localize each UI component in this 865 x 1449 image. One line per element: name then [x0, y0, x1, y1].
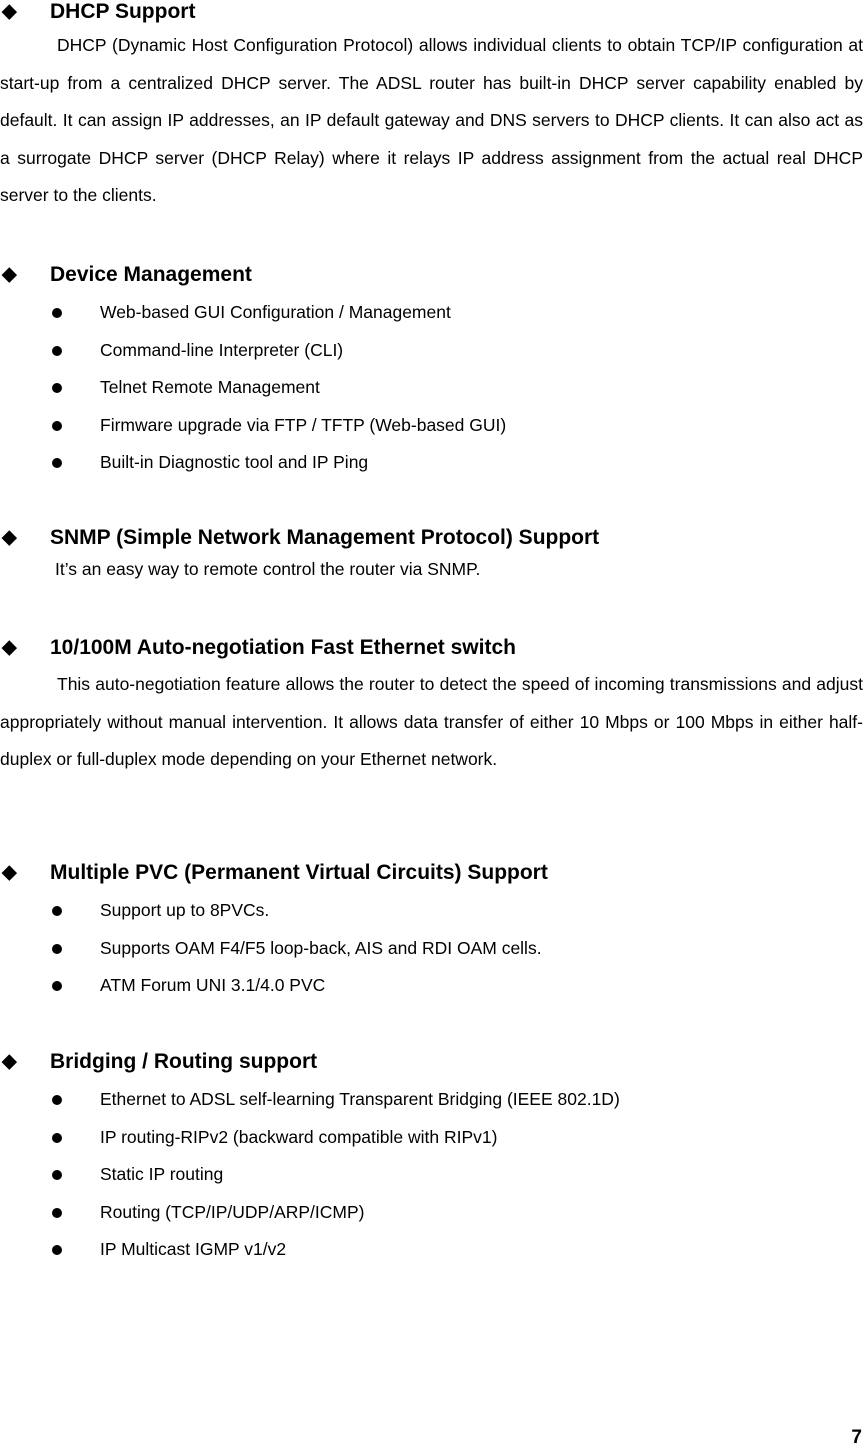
- list-item: Firmware upgrade via FTP / TFTP (Web-bas…: [0, 407, 865, 445]
- bullet-dot-icon: [52, 1245, 62, 1256]
- section-heading: ◆ Multiple PVC (Permanent Virtual Circui…: [0, 860, 865, 886]
- bullet-dot-icon: [52, 981, 62, 992]
- section-dhcp-support: ◆ DHCP Support DHCP (Dynamic Host Config…: [0, 0, 865, 215]
- list-item-text: Supports OAM F4/F5 loop-back, AIS and RD…: [100, 937, 542, 958]
- list-item: Command-line Interpreter (CLI): [0, 332, 865, 370]
- bullet-list: Ethernet to ADSL self-learning Transpare…: [0, 1081, 865, 1269]
- bullet-dot-icon: [52, 1132, 62, 1143]
- list-item-text: Firmware upgrade via FTP / TFTP (Web-bas…: [100, 414, 507, 435]
- list-item-text: IP Multicast IGMP v1/v2: [100, 1239, 287, 1260]
- section-heading: ◆ Bridging / Routing support: [0, 1049, 865, 1075]
- diamond-bullet-icon: ◆: [2, 862, 17, 883]
- list-item: Telnet Remote Management: [0, 369, 865, 407]
- list-item: Built-in Diagnostic tool and IP Ping: [0, 444, 865, 482]
- section-heading: ◆ 10/100M Auto-negotiation Fast Ethernet…: [0, 635, 865, 661]
- list-item-text: Routing (TCP/IP/UDP/ARP/ICMP): [100, 1201, 365, 1222]
- heading-text: Device Management: [50, 263, 252, 286]
- bullet-dot-icon: [52, 345, 62, 356]
- list-item-text: Web-based GUI Configuration / Management: [100, 302, 451, 322]
- bullet-dot-icon: [52, 1170, 62, 1181]
- list-item: Ethernet to ADSL self-learning Transpare…: [0, 1081, 865, 1119]
- bullet-list: Support up to 8PVCs. Supports OAM F4/F5 …: [0, 892, 865, 1005]
- page-number: 7: [851, 1427, 862, 1448]
- section-bridging-routing-support: ◆ Bridging / Routing support Ethernet to…: [0, 1049, 865, 1269]
- bullet-list: Web-based GUI Configuration / Management…: [0, 294, 865, 482]
- bullet-dot-icon: [52, 943, 62, 954]
- bullet-dot-icon: [52, 383, 62, 394]
- list-item-text: Ethernet to ADSL self-learning Transpare…: [100, 1089, 620, 1109]
- list-item-text: IP routing-RIPv2 (backward compatible wi…: [100, 1126, 498, 1147]
- list-item-text: Command-line Interpreter (CLI): [100, 339, 344, 360]
- heading-text: DHCP Support: [50, 0, 196, 23]
- list-item: Supports OAM F4/F5 loop-back, AIS and RD…: [0, 930, 865, 968]
- section-heading: ◆ SNMP (Simple Network Management Protoc…: [0, 525, 865, 551]
- bullet-dot-icon: [52, 1207, 62, 1218]
- list-item: IP routing-RIPv2 (backward compatible wi…: [0, 1119, 865, 1157]
- section-device-management: ◆ Device Management Web-based GUI Config…: [0, 262, 865, 482]
- list-item: ATM Forum UNI 3.1/4.0 PVC: [0, 967, 865, 1005]
- heading-text: SNMP (Simple Network Management Protocol…: [50, 526, 600, 549]
- diamond-bullet-icon: ◆: [2, 527, 17, 548]
- bullet-dot-icon: [52, 458, 62, 469]
- list-item-text: Built-in Diagnostic tool and IP Ping: [100, 452, 369, 473]
- list-item-text: Static IP routing: [100, 1164, 224, 1185]
- section-paragraph: This auto-negotiation feature allows the…: [0, 674, 863, 770]
- diamond-bullet-icon: ◆: [2, 1, 17, 22]
- section-paragraph: DHCP (Dynamic Host Configuration Protoco…: [0, 35, 863, 206]
- section-heading: ◆ DHCP Support: [0, 0, 865, 25]
- section-snmp-support: ◆ SNMP (Simple Network Management Protoc…: [0, 525, 865, 589]
- diamond-bullet-icon: ◆: [2, 1051, 17, 1072]
- list-item: IP Multicast IGMP v1/v2: [0, 1231, 865, 1269]
- section-fast-ethernet-switch: ◆ 10/100M Auto-negotiation Fast Ethernet…: [0, 635, 865, 779]
- list-item: Static IP routing: [0, 1156, 865, 1194]
- bullet-dot-icon: [52, 420, 62, 431]
- heading-text: Multiple PVC (Permanent Virtual Circuits…: [50, 861, 548, 884]
- list-item: Support up to 8PVCs.: [0, 892, 865, 930]
- list-item: Web-based GUI Configuration / Management: [0, 294, 865, 332]
- bullet-dot-icon: [52, 906, 62, 916]
- list-item-text: Support up to 8PVCs.: [100, 900, 270, 920]
- section-paragraph: It’s an easy way to remote control the r…: [55, 559, 481, 579]
- heading-text: Bridging / Routing support: [50, 1050, 318, 1073]
- heading-text: 10/100M Auto-negotiation Fast Ethernet s…: [50, 636, 516, 659]
- list-item-text: Telnet Remote Management: [100, 377, 320, 398]
- list-item-text: ATM Forum UNI 3.1/4.0 PVC: [100, 975, 326, 996]
- list-item: Routing (TCP/IP/UDP/ARP/ICMP): [0, 1194, 865, 1232]
- bullet-dot-icon: [52, 1095, 62, 1105]
- section-multiple-pvc-support: ◆ Multiple PVC (Permanent Virtual Circui…: [0, 860, 865, 1005]
- bullet-dot-icon: [52, 308, 62, 318]
- section-heading: ◆ Device Management: [0, 262, 865, 288]
- diamond-bullet-icon: ◆: [2, 637, 17, 658]
- diamond-bullet-icon: ◆: [2, 264, 17, 285]
